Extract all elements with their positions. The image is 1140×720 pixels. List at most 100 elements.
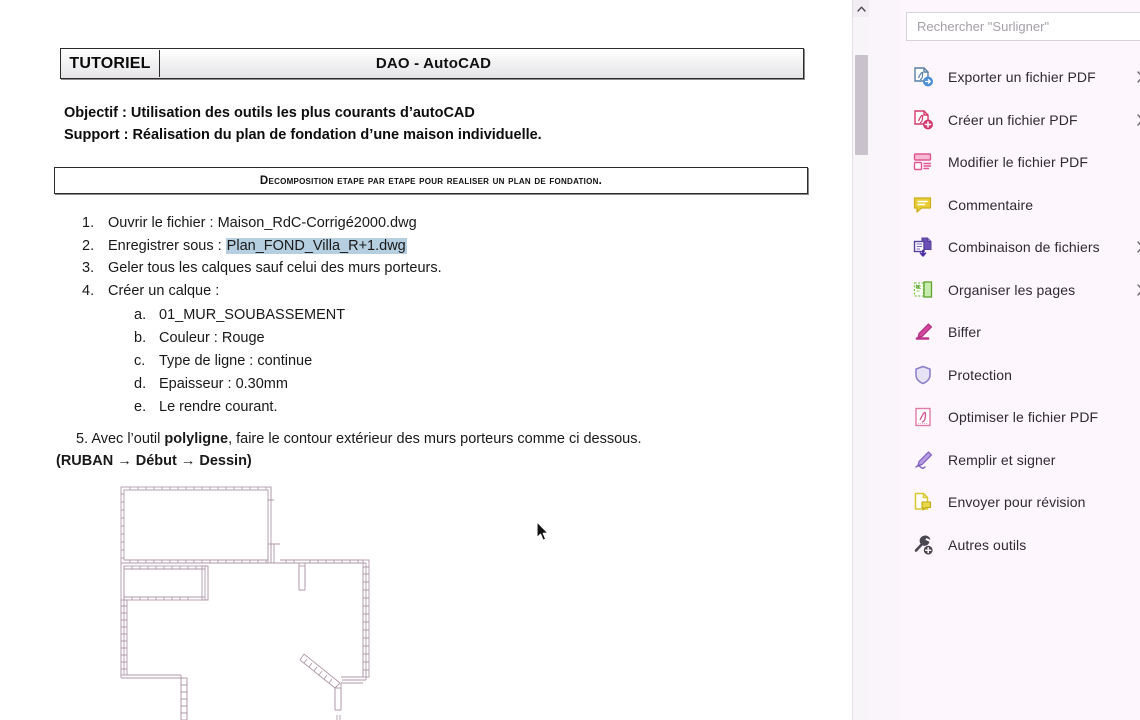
organize-pages-icon	[910, 277, 936, 303]
shield-icon	[910, 362, 936, 388]
list-item: a. 01_MUR_SOUBASSEMENT	[134, 304, 702, 327]
step-5-line: 5. Avec l’outil polyligne, faire le cont…	[76, 428, 796, 450]
tool-label: Combinaison de fichiers	[948, 239, 1100, 256]
step-text: Créer un calque :	[108, 282, 220, 299]
floor-plan-drawing	[104, 482, 404, 720]
tool-label: Modifier le fichier PDF	[948, 154, 1089, 171]
page-title: DAO - AutoCAD	[375, 55, 492, 72]
step-text: Enregistrer sous : Plan_FOND_Villa_R+1.d…	[108, 235, 702, 258]
list-item: d. Epaisseur : 0.30mm	[134, 373, 702, 396]
comment-icon	[910, 192, 936, 218]
list-item: 4. Créer un calque :	[82, 280, 702, 303]
step-number: 5.	[76, 431, 89, 447]
support-line: Support : Réalisation du plan de fondati…	[64, 127, 542, 144]
section-heading-bar: Decomposition etape par etape pour reali…	[54, 167, 808, 194]
fill-and-sign-icon	[910, 447, 936, 473]
substep-number: b.	[134, 330, 147, 347]
tool-label: Remplir et signer	[948, 451, 1056, 468]
objective-line: Objectif : Utilisation des outils les pl…	[64, 105, 475, 121]
step-number: 2.	[82, 237, 95, 254]
step-number: 4.	[82, 282, 95, 299]
ribbon-path-line: (RUBAN → Début → Dessin)	[56, 453, 252, 470]
highlighted-filename: Plan_FOND_Villa_R+1.dwg	[225, 237, 407, 254]
substep-number: e.	[134, 399, 147, 416]
step-5-block: 5. Avec l’outil polyligne, faire le cont…	[56, 428, 796, 473]
tool-label: Autres outils	[948, 536, 1027, 553]
substep-text: 01_MUR_SOUBASSEMENT	[159, 307, 346, 324]
objective-block: Objectif : Utilisation des outils les pl…	[64, 102, 764, 146]
redact-marker-icon	[910, 319, 936, 345]
chevron-right-icon[interactable]	[1136, 71, 1140, 83]
substep-number: d.	[134, 376, 147, 393]
tool-item-protection[interactable]: Protection	[900, 354, 1140, 397]
tool-item-organiser-pages[interactable]: Organiser les pages	[900, 269, 1140, 312]
tool-item-exporter-pdf[interactable]: Exporter un fichier PDF	[900, 56, 1140, 99]
tool-item-remplir-signer[interactable]: Remplir et signer	[900, 439, 1140, 482]
substep-number: c.	[134, 353, 146, 370]
pdf-page: TUTORIEL DAO - AutoCAD Objectif : Utilis…	[0, 0, 852, 720]
tool-item-modifier-pdf[interactable]: Modifier le fichier PDF	[900, 141, 1140, 184]
document-viewport[interactable]: TUTORIEL DAO - AutoCAD Objectif : Utilis…	[0, 0, 852, 720]
list-item: 2. Enregistrer sous : Plan_FOND_Villa_R+…	[82, 235, 702, 258]
scrollbar-thumb[interactable]	[855, 55, 868, 156]
document-title-banner: TUTORIEL DAO - AutoCAD	[60, 48, 804, 79]
tool-label: Exporter un fichier PDF	[948, 69, 1096, 86]
title-tag: TUTORIEL	[61, 50, 160, 77]
substep-text: Type de ligne : continue	[159, 353, 313, 370]
step-text-part2: , faire le contour extérieur des murs po…	[228, 431, 642, 447]
edit-pdf-icon	[910, 149, 936, 175]
tool-item-creer-pdf[interactable]: Créer un fichier PDF	[900, 99, 1140, 142]
tool-label: Commentaire	[948, 196, 1034, 213]
substep-number: a.	[134, 307, 147, 324]
document-scrollbar[interactable]	[852, 0, 870, 720]
tool-label: Optimiser le fichier PDF	[948, 409, 1099, 426]
step-prefix: Enregistrer sous :	[108, 237, 226, 254]
list-item: c. Type de ligne : continue	[134, 350, 702, 373]
tools-panel: Exporter un fichier PDF Créer un fic	[900, 0, 1140, 720]
tool-label: Créer un fichier PDF	[948, 111, 1078, 128]
tool-item-commentaire[interactable]: Commentaire	[900, 184, 1140, 227]
optimize-pdf-icon	[910, 404, 936, 430]
substep-text: Couleur : Rouge	[159, 330, 265, 347]
tool-label: Protection	[948, 366, 1013, 383]
search-input[interactable]	[906, 12, 1140, 41]
step-text: Ouvrir le fichier : Maison_RdC-Corrigé20…	[108, 215, 417, 231]
tool-label: Biffer	[948, 324, 982, 341]
steps-list: 1. Ouvrir le fichier : Maison_RdC-Corrig…	[82, 212, 702, 419]
panel-divider	[869, 0, 901, 720]
list-item: 1. Ouvrir le fichier : Maison_RdC-Corrig…	[82, 212, 702, 235]
step-number: 1.	[82, 215, 95, 231]
scrollbar-track[interactable]	[853, 17, 870, 720]
step-text: Geler tous les calques sauf celui des mu…	[108, 260, 442, 277]
substep-text: Epaisseur : 0.30mm	[159, 376, 288, 393]
tools-list: Exporter un fichier PDF Créer un fichier…	[900, 56, 1140, 566]
tool-item-envoyer-revision[interactable]: Envoyer pour révision	[900, 481, 1140, 524]
chevron-up-icon	[857, 6, 866, 12]
export-pdf-icon	[910, 64, 936, 90]
floor-plan-svg	[120, 486, 370, 720]
step-number: 3.	[82, 260, 95, 277]
chevron-right-icon[interactable]	[1136, 241, 1140, 253]
tool-item-biffer[interactable]: Biffer	[900, 311, 1140, 354]
list-item: e. Le rendre courant.	[134, 396, 702, 419]
list-item: b. Couleur : Rouge	[134, 327, 702, 350]
section-heading: Decomposition etape par etape pour reali…	[259, 174, 603, 187]
tool-name-bold: polyligne	[164, 431, 229, 447]
tool-item-autres-outils[interactable]: Autres outils	[900, 524, 1140, 567]
create-pdf-icon	[910, 107, 936, 133]
more-tools-wrench-icon	[910, 532, 936, 558]
chevron-right-icon[interactable]	[1136, 114, 1140, 126]
tool-item-combinaison-fichiers[interactable]: Combinaison de fichiers	[900, 226, 1140, 269]
substeps-list: a. 01_MUR_SOUBASSEMENT b. Couleur : Roug…	[134, 304, 702, 419]
list-item: 3. Geler tous les calques sauf celui des…	[82, 257, 702, 280]
send-for-review-icon	[910, 489, 936, 515]
tool-label: Organiser les pages	[948, 281, 1076, 298]
step-text-part1: Avec l’outil	[91, 431, 165, 447]
substep-text: Le rendre courant.	[159, 399, 278, 416]
acrobat-window: TUTORIEL DAO - AutoCAD Objectif : Utilis…	[0, 0, 1140, 720]
combine-files-icon	[910, 234, 936, 260]
chevron-right-icon[interactable]	[1136, 284, 1140, 296]
tool-label: Envoyer pour révision	[948, 494, 1086, 511]
scroll-up-button[interactable]	[853, 0, 870, 17]
tool-item-optimiser-pdf[interactable]: Optimiser le fichier PDF	[900, 396, 1140, 439]
